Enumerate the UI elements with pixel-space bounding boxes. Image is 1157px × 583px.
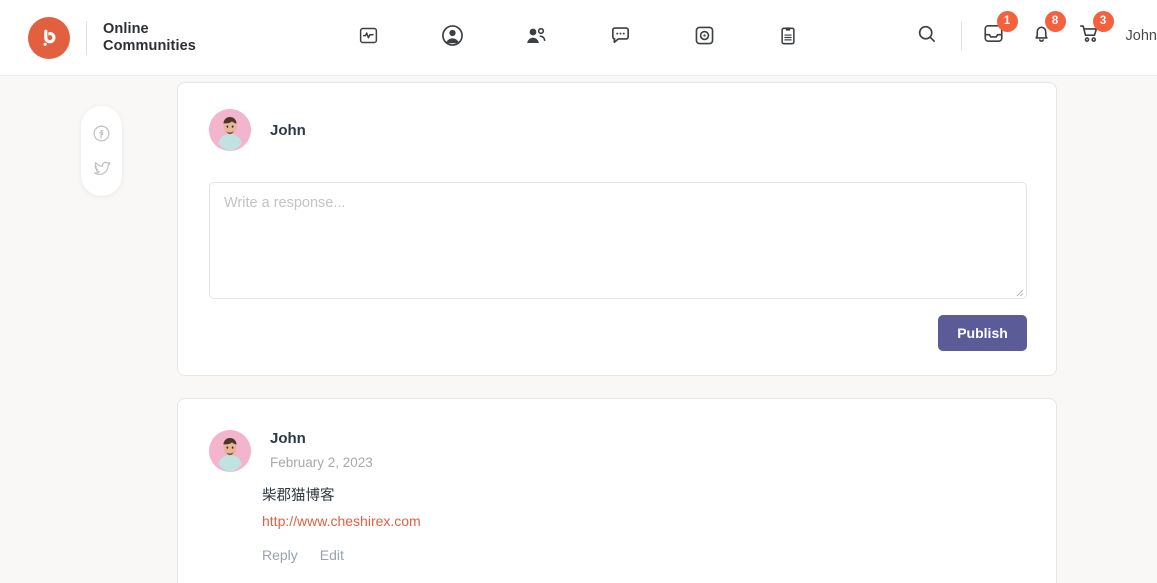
nav-members[interactable] <box>520 22 552 54</box>
header-actions: 1 8 3 John <box>909 11 1157 54</box>
reply-button[interactable]: Reply <box>262 547 298 563</box>
twitter-icon[interactable] <box>92 158 112 178</box>
header-user-name[interactable]: John <box>1126 28 1157 44</box>
user-circle-icon <box>440 23 465 53</box>
comment-author-name: John <box>270 430 306 447</box>
comment-link[interactable]: http://www.cheshirex.com <box>262 513 421 529</box>
badge-actions: 1 8 3 <box>978 11 1114 53</box>
avatar <box>209 430 251 472</box>
brand-logo[interactable]: Online Communities <box>28 16 196 59</box>
facebook-icon[interactable] <box>92 124 111 143</box>
compose-author-row: John <box>209 109 1056 151</box>
nav-photos[interactable] <box>688 22 720 54</box>
comment-meta: John February 2, 2023 <box>270 430 373 470</box>
nav-profile[interactable] <box>436 22 468 54</box>
textarea-resize-grip[interactable] <box>1012 284 1024 297</box>
inbox-badge: 1 <box>996 11 1018 32</box>
compose-author-name: John <box>270 121 306 139</box>
comment-body: 柴郡猫博客 http://www.cheshirex.com Reply Edi… <box>262 484 421 563</box>
avatar <box>209 109 251 151</box>
publish-button[interactable]: Publish <box>938 315 1027 351</box>
social-share-rail <box>81 106 122 196</box>
comment-author-row: John February 2, 2023 <box>209 430 1056 472</box>
community-logo-icon <box>28 16 70 59</box>
inbox-button[interactable]: 1 <box>978 11 1018 53</box>
cart-button[interactable]: 3 <box>1074 11 1114 53</box>
top-header: Online Communities 1 8 3 John <box>0 0 1157 76</box>
camera-icon <box>693 24 716 52</box>
search-button[interactable] <box>909 18 945 54</box>
compose-response-card: John Write a response... Publish <box>177 82 1057 376</box>
brand-name: Online Communities <box>103 20 196 54</box>
comment-text: 柴郡猫博客 <box>262 488 335 504</box>
document-clipboard-icon <box>777 25 799 52</box>
response-placeholder: Write a response... <box>224 195 346 211</box>
comment-date: February 2, 2023 <box>270 455 373 470</box>
search-icon <box>916 23 938 50</box>
nav-messages[interactable] <box>604 22 636 54</box>
cart-badge: 3 <box>1092 11 1114 32</box>
brand-divider <box>86 20 87 55</box>
chat-bubble-icon <box>609 24 632 52</box>
comment-card: John February 2, 2023 柴郡猫博客 http://www.c… <box>177 398 1057 583</box>
nav-documents[interactable] <box>772 22 804 54</box>
header-divider <box>960 22 962 50</box>
notifications-badge: 8 <box>1044 11 1066 32</box>
nav-activity[interactable] <box>352 22 384 54</box>
primary-nav <box>352 22 804 54</box>
comment-actions: Reply Edit <box>262 547 421 563</box>
activity-pulse-icon <box>358 25 379 51</box>
notifications-button[interactable]: 8 <box>1026 11 1066 53</box>
edit-button[interactable]: Edit <box>320 547 344 563</box>
people-group-icon <box>524 24 548 53</box>
response-textarea[interactable]: Write a response... <box>209 182 1027 299</box>
